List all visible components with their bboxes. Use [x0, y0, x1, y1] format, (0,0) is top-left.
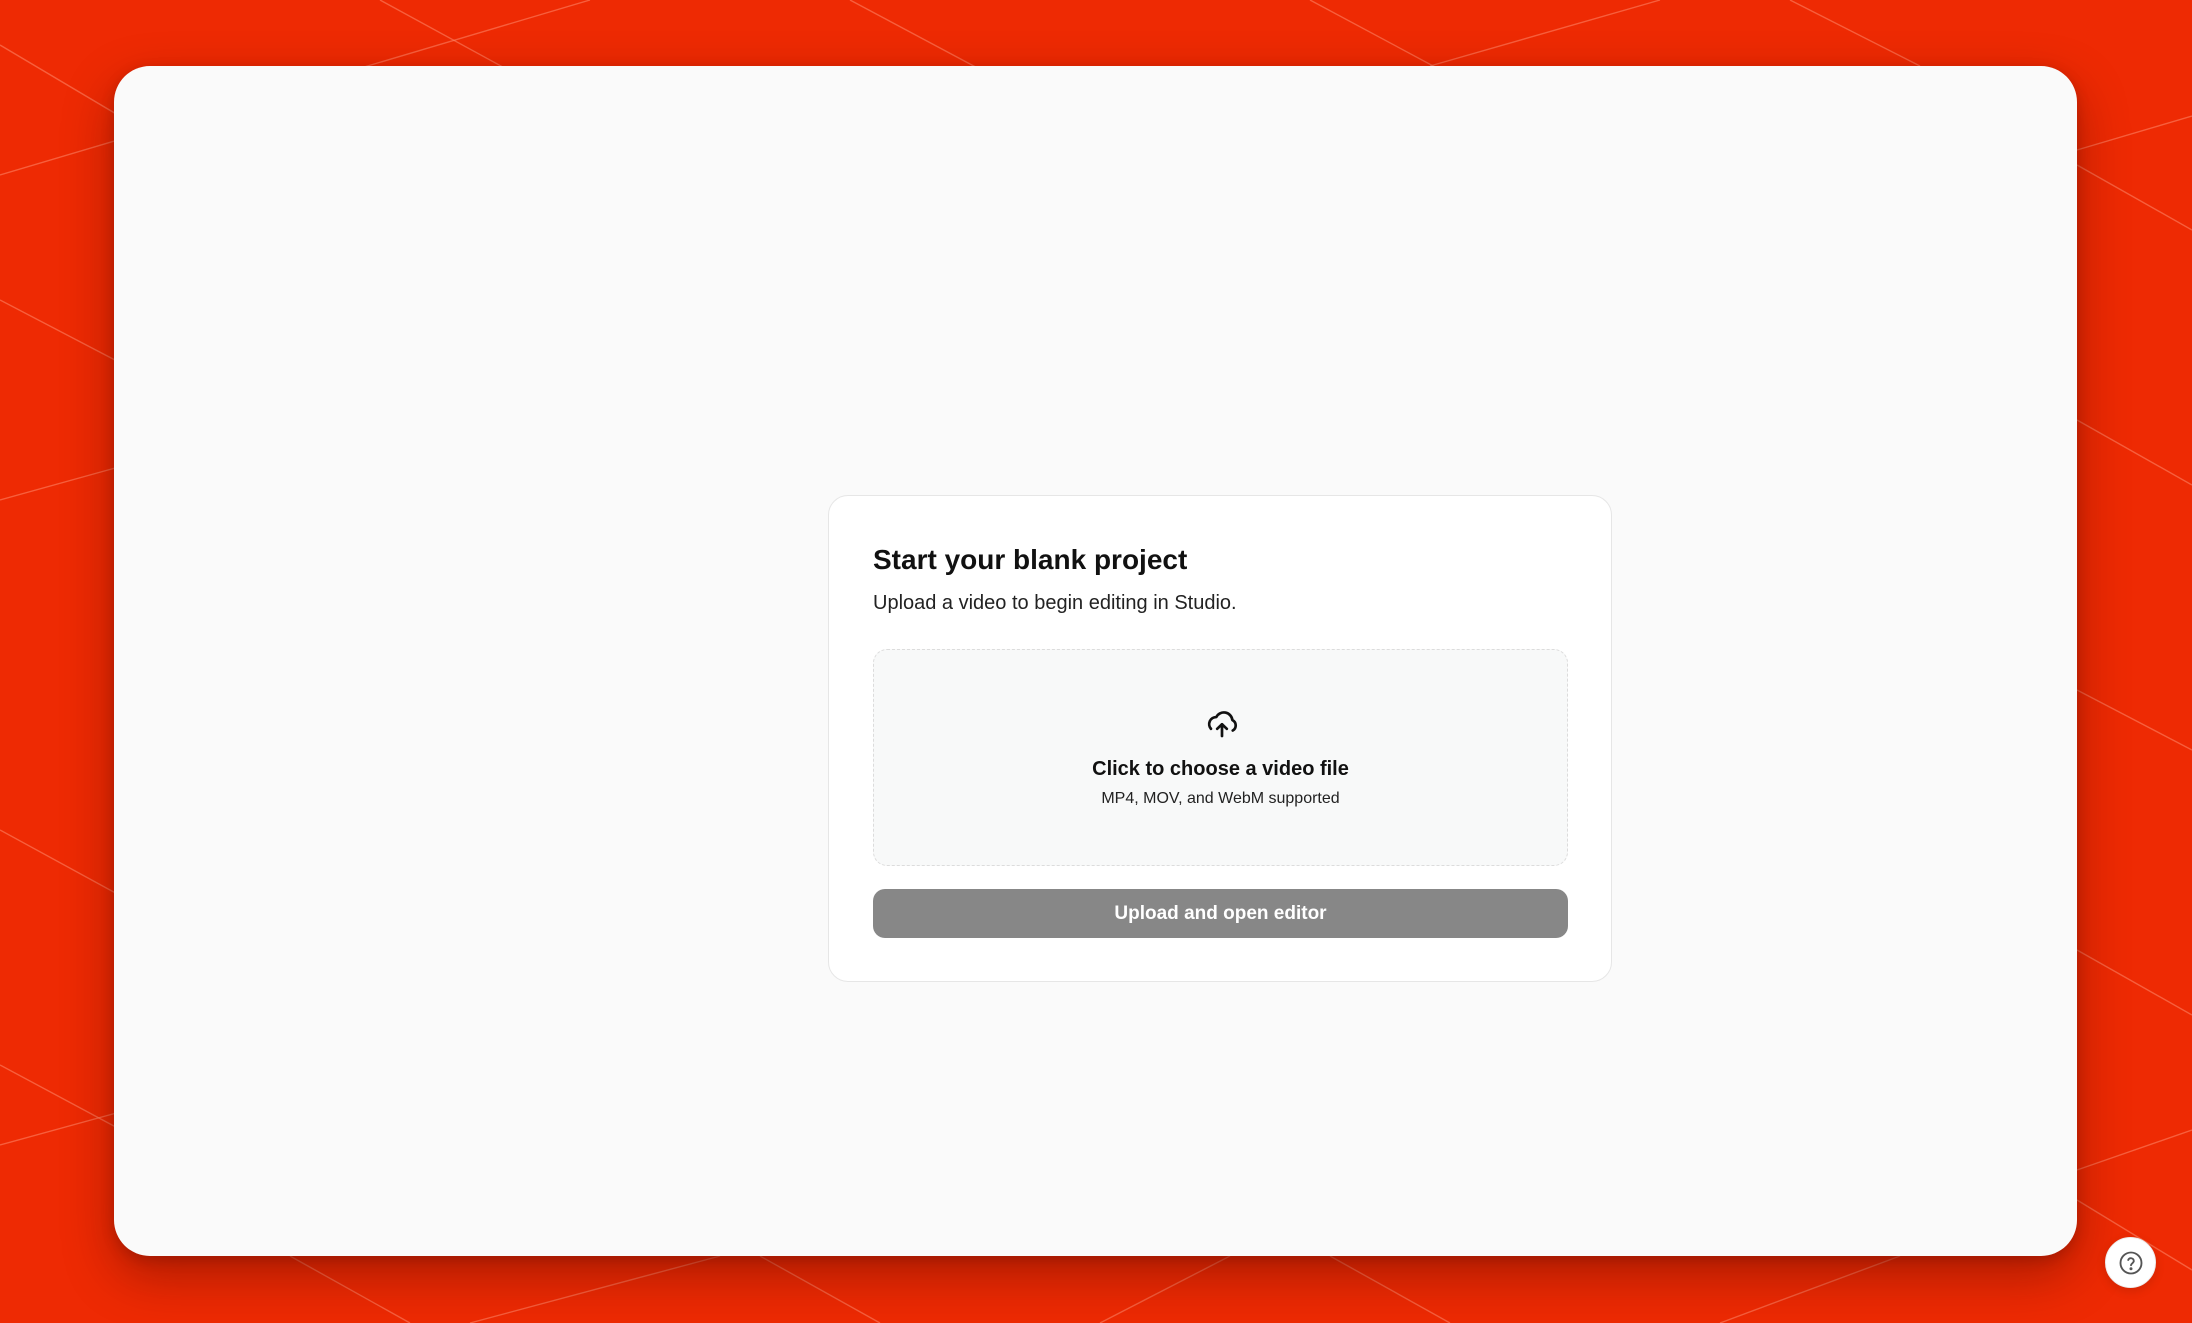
help-button[interactable] [2105, 1237, 2156, 1288]
app-window: Start your blank project Upload a video … [114, 66, 2156, 1288]
dropzone-title: Click to choose a video file [1092, 758, 1349, 780]
video-dropzone[interactable]: Click to choose a video file MP4, MOV, a… [873, 649, 1568, 866]
upload-open-editor-button[interactable]: Upload and open editor [873, 889, 1568, 938]
cloud-upload-icon [1207, 711, 1238, 738]
help-circle-icon [2119, 1251, 2142, 1274]
card-title: Start your blank project [873, 544, 1188, 575]
blank-project-card: Start your blank project Upload a video … [828, 495, 1612, 982]
card-subtitle: Upload a video to begin editing in Studi… [873, 592, 1237, 614]
dropzone-hint: MP4, MOV, and WebM supported [1101, 790, 1340, 807]
